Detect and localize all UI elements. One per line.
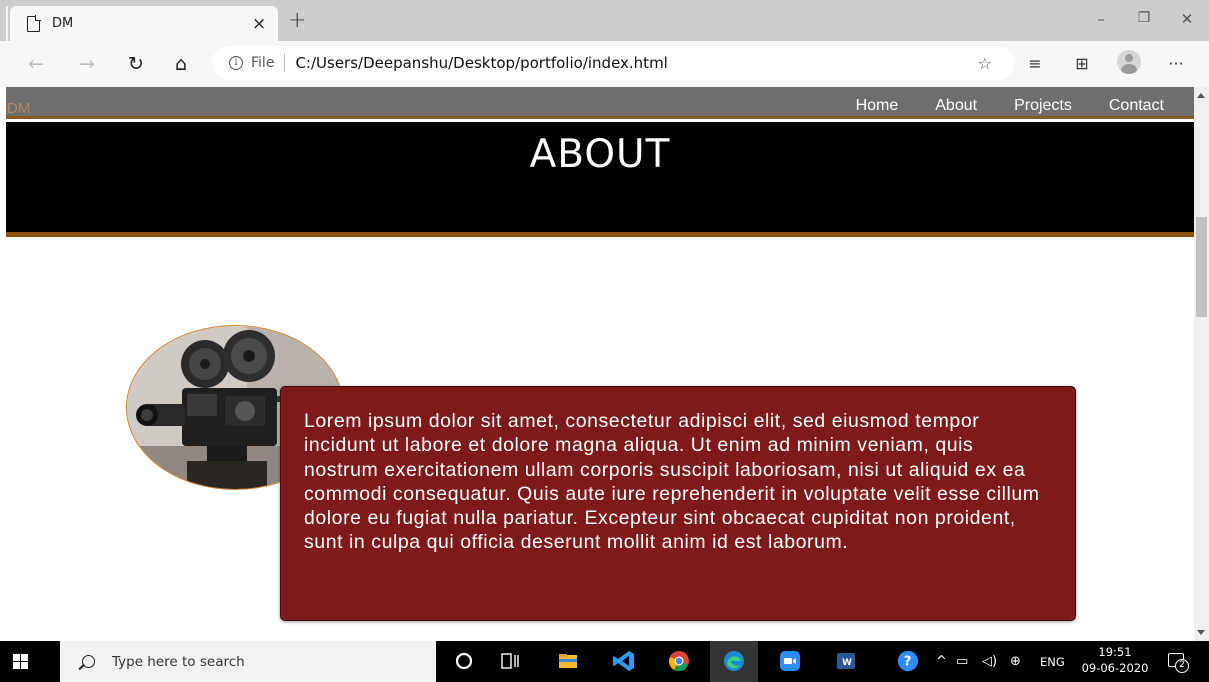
clock-time: 19:51 xyxy=(1098,645,1132,659)
browser-tab[interactable]: DM × xyxy=(10,6,278,41)
windows-taskbar: Type here to search W ? ^ ▭ ◁) ⊕ ENG 19:… xyxy=(0,641,1209,682)
profile-avatar[interactable] xyxy=(1117,50,1141,74)
info-icon[interactable]: i xyxy=(229,56,243,70)
battery-icon[interactable]: ▭ xyxy=(956,654,968,669)
minimize-button[interactable]: – xyxy=(1091,10,1111,28)
favorite-star-icon[interactable]: ☆ xyxy=(978,54,992,73)
vscode-icon[interactable] xyxy=(612,649,636,673)
page-viewport: DM Home About Projects Contact ABOUT Lor… xyxy=(6,87,1194,641)
more-menu-button[interactable]: ··· xyxy=(1166,54,1186,73)
back-button[interactable]: ← xyxy=(25,53,47,75)
favorites-list-icon[interactable]: ≡ xyxy=(1025,54,1045,73)
help-icon[interactable]: ? xyxy=(897,650,919,672)
windows-start-icon[interactable] xyxy=(13,654,29,670)
scroll-up-arrow-icon[interactable] xyxy=(1197,93,1205,98)
tab-close-button[interactable]: × xyxy=(252,14,266,34)
clock-date: 09-06-2020 xyxy=(1081,661,1149,675)
svg-text:?: ? xyxy=(904,655,911,670)
scrollbar-thumb[interactable] xyxy=(1196,217,1207,317)
page-title: ABOUT xyxy=(529,132,671,177)
tab-edge xyxy=(6,6,8,41)
notification-count-badge: 2 xyxy=(1175,659,1189,673)
about-paragraph: Lorem ipsum dolor sit amet, consectetur … xyxy=(304,410,1040,554)
chrome-icon[interactable] xyxy=(667,649,691,673)
nav-link-projects[interactable]: Projects xyxy=(1014,97,1072,115)
url-text[interactable]: C:/Users/Deepanshu/Desktop/portfolio/ind… xyxy=(295,54,977,72)
language-indicator[interactable]: ENG xyxy=(1040,655,1065,669)
close-window-button[interactable]: ✕ xyxy=(1177,10,1197,28)
zoom-icon[interactable] xyxy=(778,649,802,673)
about-hero-banner: ABOUT xyxy=(6,122,1194,237)
nav-link-contact[interactable]: Contact xyxy=(1109,97,1164,115)
refresh-icon[interactable]: ↻ xyxy=(125,53,147,75)
cortana-icon[interactable] xyxy=(452,649,476,673)
collections-icon[interactable]: ⊞ xyxy=(1072,54,1092,73)
nav-link-about[interactable]: About xyxy=(935,97,977,115)
site-logo[interactable]: DM xyxy=(7,100,30,117)
scroll-down-arrow-icon[interactable] xyxy=(1197,630,1205,635)
address-bar[interactable]: i File C:/Users/Deepanshu/Desktop/portfo… xyxy=(212,46,1014,80)
file-scheme-label: File xyxy=(251,55,275,71)
svg-text:W: W xyxy=(842,658,852,668)
address-separator xyxy=(284,54,286,72)
edge-icon[interactable] xyxy=(722,649,746,673)
browser-tab-strip: DM × + – ❐ ✕ xyxy=(0,0,1209,41)
tab-title: DM xyxy=(52,16,74,31)
restore-button[interactable]: ❐ xyxy=(1134,10,1154,26)
network-globe-icon[interactable]: ⊕ xyxy=(1010,654,1021,669)
system-clock[interactable]: 19:51 09-06-2020 xyxy=(1080,644,1150,676)
task-view-icon[interactable] xyxy=(498,649,522,673)
file-explorer-icon[interactable] xyxy=(556,649,580,673)
tray-overflow-chevron-icon[interactable]: ^ xyxy=(936,654,947,669)
page-icon xyxy=(27,14,41,32)
nav-link-home[interactable]: Home xyxy=(856,97,899,115)
word-icon[interactable]: W xyxy=(834,649,858,673)
site-navbar: DM Home About Projects Contact xyxy=(6,87,1194,119)
search-icon xyxy=(82,655,95,668)
taskbar-search-box[interactable]: Type here to search xyxy=(60,641,436,682)
home-icon[interactable]: ⌂ xyxy=(170,53,192,75)
new-tab-button[interactable]: + xyxy=(288,10,306,32)
search-placeholder: Type here to search xyxy=(112,653,245,670)
address-toolbar: ← → ↻ ⌂ i File C:/Users/Deepanshu/Deskto… xyxy=(0,41,1209,87)
volume-icon[interactable]: ◁) xyxy=(982,654,997,669)
forward-button[interactable]: → xyxy=(76,53,98,75)
notification-center-icon[interactable]: 2 xyxy=(1168,653,1189,673)
about-text-card: Lorem ipsum dolor sit amet, consectetur … xyxy=(280,386,1076,621)
nav-links: Home About Projects Contact xyxy=(819,97,1164,115)
page-scrollbar[interactable] xyxy=(1194,87,1209,641)
